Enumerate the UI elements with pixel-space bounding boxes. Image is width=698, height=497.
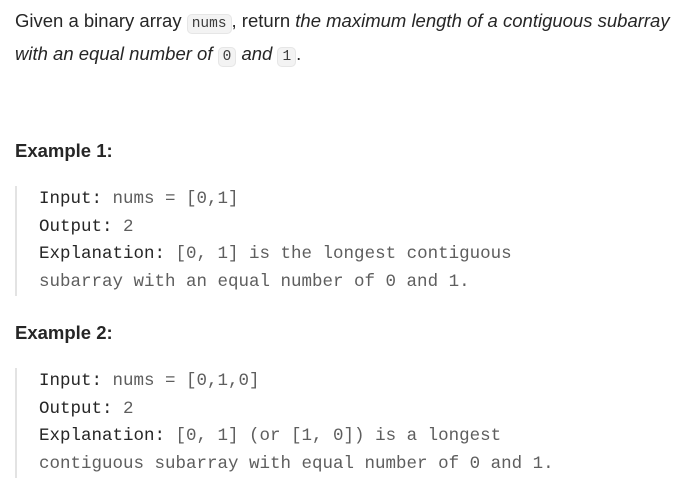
explanation-label: Explanation: [39,426,166,446]
example-1-block: Input: nums = [0,1] Output: 2 Explanation:… [15,186,512,296]
explanation-text: [0, 1] (or [1, 0]) is a longest [165,426,502,446]
example-2-explanation-continued: contiguous subarray with equal number of… [39,453,554,474]
input-value: nums = [0,1] [102,189,239,209]
example-2-heading: Example 2: [15,322,113,343]
problem-text: Given a binary array [15,10,187,31]
explanation-text: [0, 1] is the longest contiguous [165,244,512,264]
example-2-explanation-line: Explanation: [0, 1] (or [1, 0]) is a lon… [39,423,554,451]
example-1-heading: Example 1: [15,140,113,161]
output-label: Output: [39,216,113,237]
inline-code-zero: 0 [217,47,237,67]
explanation-label: Explanation: [39,244,166,264]
problem-text: . [296,43,302,64]
example-2-output-line: Output: 2 [39,396,554,424]
problem-statement: Given a binary array nums, return the ma… [15,6,685,72]
inline-code-one: 1 [277,47,297,67]
problem-emphasis: and [236,43,278,64]
input-label: Input: [39,371,103,391]
example-2-block: Input: nums = [0,1,0] Output: 2 Explanatio… [15,368,554,478]
example-1-output-line: Output: 2 [39,214,512,242]
input-label: Input: [39,189,103,209]
output-value: 2 [112,216,134,237]
example-1-explanation-continued: subarray with an equal number of 0 and 1… [39,271,470,292]
problem-text: , return [231,10,296,31]
example-1-input-line: Input: nums = [0,1] [39,186,512,214]
inline-code-nums: nums [186,14,232,34]
output-label: Output: [39,398,113,419]
example-1-explanation-line: Explanation: [0, 1] is the longest conti… [39,241,512,269]
input-value: nums = [0,1,0] [102,371,260,391]
example-2-input-line: Input: nums = [0,1,0] [39,368,554,396]
output-value: 2 [112,398,134,419]
